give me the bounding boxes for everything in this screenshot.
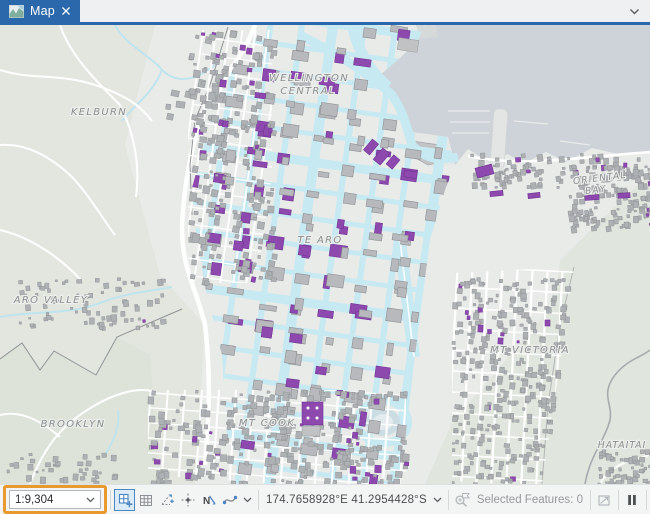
close-icon[interactable] xyxy=(61,6,71,16)
coordinates-options-chevron[interactable] xyxy=(430,489,445,511)
separator xyxy=(618,490,619,510)
view-tab-bar: Map xyxy=(0,0,650,22)
map-label-brooklyn: BROOKLYN xyxy=(41,419,106,430)
tab-map[interactable]: Map xyxy=(0,0,80,22)
selected-features-status: Selected Features: 0 xyxy=(477,494,583,506)
map-thumbnail-icon xyxy=(9,5,24,18)
map-label-central: CENTRAL xyxy=(280,86,335,97)
map-label-te-aro: TE ARO xyxy=(297,235,342,246)
clear-selection-icon xyxy=(596,492,612,508)
map-label-kelburn: KELBURN xyxy=(71,107,127,118)
infer-constraints-button[interactable] xyxy=(177,489,198,511)
edit-vertices-icon xyxy=(222,492,238,508)
map-label-hataitai: HATAITAI xyxy=(598,440,647,451)
chevron-down-icon xyxy=(86,497,95,503)
status-bar: 1:9,304 xyxy=(0,484,650,514)
scale-value: 1:9,304 xyxy=(15,494,53,506)
chevron-down-icon xyxy=(433,497,442,503)
tab-map-label: Map xyxy=(30,4,55,18)
pause-icon xyxy=(624,492,640,508)
svg-text:N: N xyxy=(203,496,210,507)
map-label-aro-valley: ARO VALLEY xyxy=(13,295,88,306)
separator xyxy=(590,490,591,510)
separator xyxy=(448,490,449,510)
editing-grid-button[interactable] xyxy=(114,489,135,511)
ground-to-grid-icon: N xyxy=(201,492,217,508)
chevron-down-icon xyxy=(243,497,252,503)
tutorial-highlight: 1:9,304 xyxy=(3,485,107,514)
clear-selection-button[interactable] xyxy=(594,489,615,511)
dynamic-constraints-icon xyxy=(159,492,175,508)
tab-list-chevron[interactable] xyxy=(619,0,650,22)
zoom-to-selection-button[interactable] xyxy=(452,489,473,511)
arcgis-pro-map-view: Map xyxy=(0,0,650,514)
separator xyxy=(110,490,111,510)
edit-vertices-button[interactable] xyxy=(219,489,240,511)
editing-tools-chevron[interactable] xyxy=(240,489,255,511)
grid-icon xyxy=(138,492,154,508)
map-label-mt-cook: MT COOK xyxy=(239,418,295,429)
pause-drawing-button[interactable] xyxy=(622,489,643,511)
scale-dropdown[interactable]: 1:9,304 xyxy=(9,490,101,509)
infer-constraints-icon xyxy=(180,492,196,508)
coordinates-display: 174.7658928°E 41.2954428°S xyxy=(266,494,427,506)
map-label-wellington: WELLINGTON xyxy=(269,73,349,84)
map-label-mt-victoria: MT VICTORIA xyxy=(490,345,570,356)
zoom-to-selection-icon xyxy=(454,492,471,508)
ground-to-grid-button[interactable]: N xyxy=(198,489,219,511)
grid-button[interactable] xyxy=(135,489,156,511)
editing-grid-icon xyxy=(117,492,133,508)
separator xyxy=(646,490,647,510)
map-view[interactable]: KELBURN WELLINGTON CENTRAL TE ARO ARO VA… xyxy=(0,25,650,484)
separator xyxy=(258,490,259,510)
dynamic-constraints-button[interactable] xyxy=(156,489,177,511)
